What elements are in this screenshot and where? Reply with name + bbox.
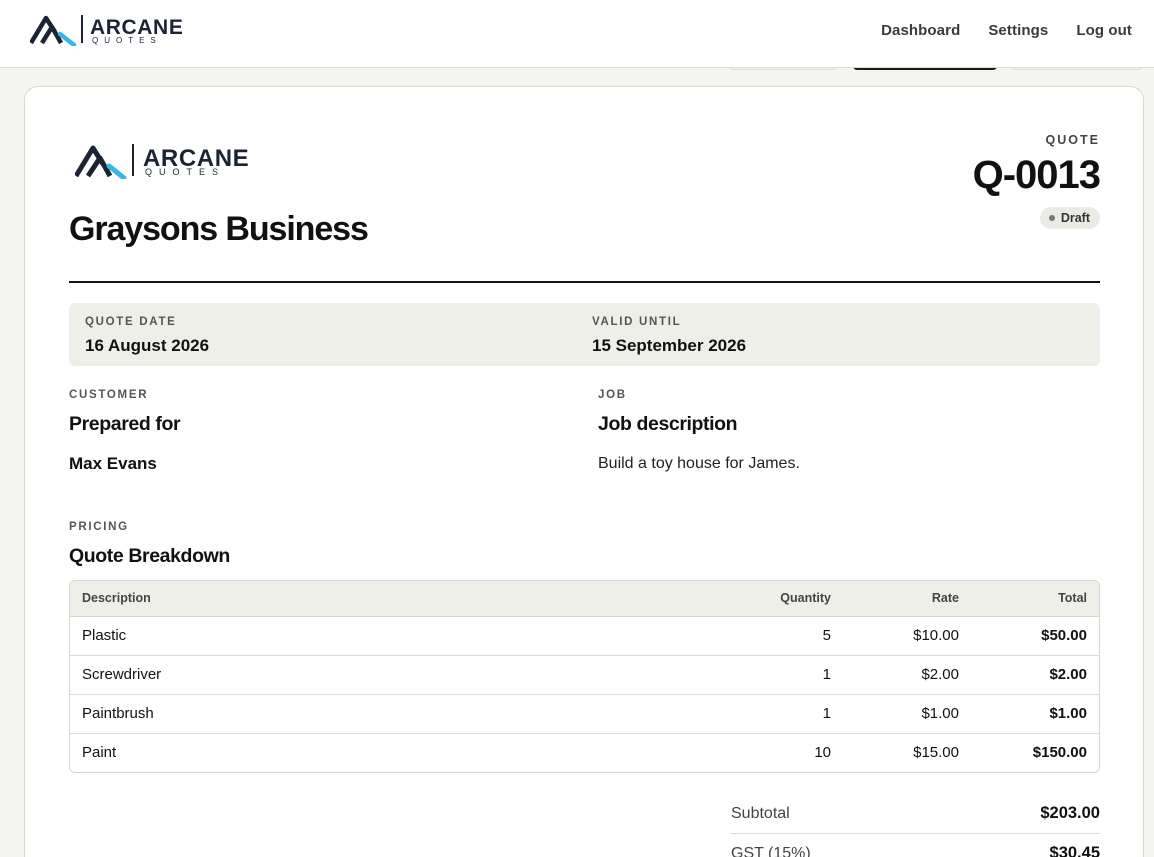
- column-header-description: Description: [70, 581, 703, 617]
- item-description: Screwdriver: [70, 655, 703, 695]
- table-row: Paintbrush 1 $1.00 $1.00: [70, 694, 1099, 734]
- column-header-quantity: Quantity: [703, 581, 843, 617]
- header-divider: [69, 281, 1100, 283]
- job-section: JOB Job description Build a toy house fo…: [598, 389, 800, 473]
- quote-date-label: QUOTE DATE: [85, 316, 177, 328]
- svg-text:QUOTES: QUOTES: [145, 167, 225, 177]
- nav-dashboard-link[interactable]: Dashboard: [881, 22, 960, 39]
- business-name: Graysons Business: [69, 210, 369, 248]
- item-rate: $15.00: [913, 744, 959, 762]
- subtotal-row: Subtotal $203.00: [731, 794, 1100, 834]
- gst-row: GST (15%) $30.45: [731, 834, 1100, 857]
- quote-dates-panel: QUOTE DATE 16 August 2026 VALID UNTIL 15…: [69, 303, 1100, 366]
- customer-title: Prepared for: [69, 413, 181, 435]
- quote-date-block: QUOTE DATE 16 August 2026: [85, 316, 209, 356]
- subtotal-label: Subtotal: [731, 804, 790, 822]
- job-eyebrow: JOB: [598, 389, 627, 401]
- nav-logout-link[interactable]: Log out: [1076, 22, 1132, 39]
- status-label: Draft: [1060, 211, 1090, 225]
- job-description: Build a toy house for James.: [598, 455, 800, 472]
- gst-label: GST (15%): [731, 844, 811, 857]
- customer-section: CUSTOMER Prepared for Max Evans: [69, 389, 181, 474]
- table-row: Screwdriver 1 $2.00 $2.00: [70, 655, 1099, 695]
- subtotal-value: $203.00: [1040, 804, 1100, 822]
- line-items-table: Description Quantity Rate Total Plastic …: [69, 580, 1100, 773]
- totals-summary: Subtotal $203.00 GST (15%) $30.45: [731, 794, 1100, 857]
- quote-label: QUOTE: [1045, 133, 1100, 147]
- valid-until-label: VALID UNTIL: [592, 316, 682, 328]
- app-logo[interactable]: ARCANE QUOTES: [30, 12, 190, 46]
- status-dot-icon: [1048, 215, 1055, 221]
- item-quantity: 1: [703, 655, 843, 695]
- top-nav-bar: ARCANE QUOTES Dashboard Settings Log out: [0, 0, 1154, 68]
- quote-date-value: 16 August 2026: [85, 336, 210, 355]
- table-row: Paint 10 $15.00 $150.00: [70, 733, 1099, 772]
- item-total: $2.00: [971, 655, 1099, 695]
- pricing-eyebrow: PRICING: [69, 521, 129, 533]
- quote-number: Q-0013: [972, 153, 1101, 197]
- status-badge: Draft: [1039, 207, 1100, 229]
- main-nav: Dashboard Settings Log out: [881, 22, 1132, 39]
- document-logo: ARCANE QUOTES: [75, 141, 257, 179]
- customer-eyebrow: CUSTOMER: [69, 389, 149, 401]
- pricing-title: Quote Breakdown: [69, 545, 230, 567]
- item-quantity: 5: [703, 616, 843, 656]
- quote-document-card: ARCANE QUOTES Graysons Business QUOTE Q-…: [24, 86, 1144, 857]
- quote-meta: QUOTE Q-0013 Draft: [972, 133, 1101, 229]
- valid-until-value: 15 September 2026: [592, 336, 747, 355]
- item-rate: $1.00: [843, 694, 971, 734]
- arcane-logo-icon: ARCANE QUOTES: [75, 144, 249, 179]
- table-row: Plastic 5 $10.00 $50.00: [70, 616, 1099, 656]
- item-description: Paintbrush: [70, 694, 703, 734]
- item-total: $150.00: [1032, 744, 1087, 762]
- item-total: $1.00: [971, 694, 1099, 734]
- column-header-total: Total: [971, 581, 1099, 617]
- column-header-rate: Rate: [843, 581, 971, 617]
- item-description: Plastic: [70, 616, 703, 656]
- pricing-section: PRICING Quote Breakdown: [69, 521, 230, 568]
- item-description: Paint: [82, 744, 117, 762]
- nav-settings-link[interactable]: Settings: [988, 22, 1048, 39]
- item-rate: $2.00: [843, 655, 971, 695]
- item-rate: $10.00: [843, 616, 971, 656]
- arcane-logo-icon: ARCANE QUOTES: [30, 15, 183, 46]
- item-total: $50.00: [971, 616, 1099, 656]
- gst-value: $30.45: [1049, 844, 1100, 857]
- customer-name: Max Evans: [69, 454, 157, 473]
- item-quantity: 1: [703, 694, 843, 734]
- job-title: Job description: [598, 413, 738, 435]
- valid-until-block: VALID UNTIL 15 September 2026: [592, 316, 746, 356]
- table-header-row: Description Quantity Rate Total: [70, 581, 1099, 617]
- svg-text:QUOTES: QUOTES: [92, 36, 162, 45]
- item-quantity: 10: [814, 744, 831, 762]
